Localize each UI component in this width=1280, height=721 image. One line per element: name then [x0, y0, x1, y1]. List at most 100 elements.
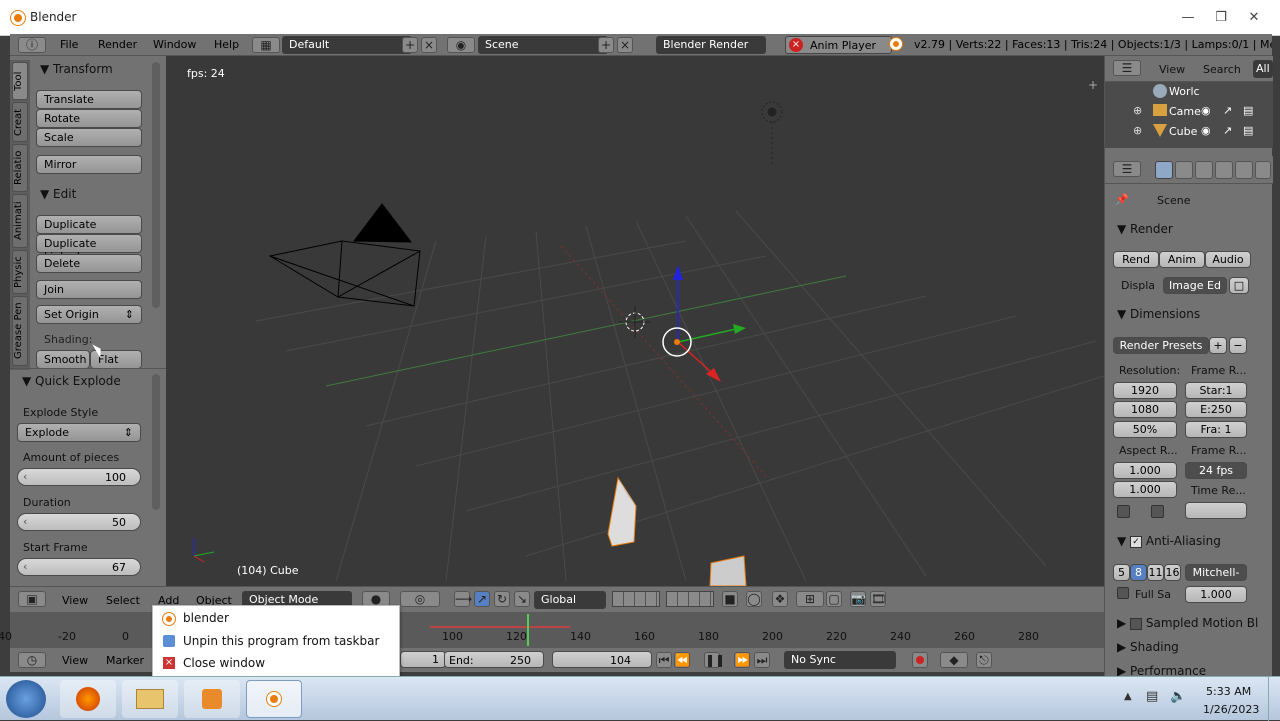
properties-editor-icon[interactable]: ☰: [1113, 161, 1141, 177]
manipulator-toggle-icon[interactable]: ⟶: [454, 591, 472, 607]
menu-render[interactable]: Render: [98, 38, 137, 51]
world-tab-icon[interactable]: [1215, 161, 1233, 179]
constraints-tab-icon[interactable]: [1255, 161, 1271, 179]
render-viewport-icon[interactable]: 📷: [850, 591, 866, 607]
render-layers-tab-icon[interactable]: [1175, 161, 1193, 179]
snap-element-icon[interactable]: ⊞: [796, 591, 824, 607]
anim-player-button[interactable]: × Anim Player: [785, 36, 892, 54]
render-tab-icon[interactable]: [1155, 161, 1173, 179]
aa-samples-8[interactable]: 8: [1130, 564, 1147, 581]
menu-help[interactable]: Help: [214, 38, 239, 51]
jump-keyframe-forward-icon[interactable]: ⏩: [734, 652, 750, 668]
transform-panel-header[interactable]: ▼ Transform: [40, 62, 113, 76]
keying-set-icon[interactable]: ◆: [940, 652, 968, 668]
display-dropdown[interactable]: Image Ed: [1163, 277, 1227, 294]
aspect-x-field[interactable]: 1.000: [1113, 462, 1177, 479]
timeline-editor-icon[interactable]: ◷: [18, 652, 46, 668]
frame-start-field[interactable]: Star:1: [1185, 382, 1247, 399]
render-presets-dropdown[interactable]: Render Presets: [1113, 337, 1209, 354]
screen-layout-icon[interactable]: ▦: [252, 37, 280, 53]
close-window-button[interactable]: ✕: [1242, 9, 1266, 27]
taskbar-firefox[interactable]: [60, 680, 116, 718]
start-frame-field[interactable]: 1: [400, 651, 446, 668]
pause-icon[interactable]: ❚❚: [704, 652, 725, 668]
3d-viewport[interactable]: fps: 24 (104) Cube +: [166, 56, 1104, 586]
explode-style-dropdown[interactable]: Explode ⇕: [17, 423, 141, 442]
object-tab-icon[interactable]: [1235, 161, 1253, 179]
quick-explode-scrollbar[interactable]: [152, 374, 160, 510]
aspect-y-field[interactable]: 1.000: [1113, 481, 1177, 498]
clock-date[interactable]: 1/26/2023: [1203, 703, 1259, 716]
remove-preset-button[interactable]: −: [1229, 337, 1247, 354]
remove-scene-button[interactable]: ×: [617, 37, 633, 53]
add-layout-button[interactable]: +: [402, 37, 418, 53]
maximize-button[interactable]: ❐: [1209, 9, 1233, 27]
scale-manipulator-icon[interactable]: ↘: [514, 591, 530, 607]
duplicate-button[interactable]: Duplicate: [36, 215, 142, 234]
layer-lock-icon[interactable]: ■: [722, 591, 738, 607]
frame-rate-dropdown[interactable]: 24 fps: [1185, 462, 1247, 479]
info-editor-type-icon[interactable]: ⓘ: [18, 37, 46, 53]
visibility-eye-icon[interactable]: ◉: [1201, 124, 1211, 137]
add-scene-button[interactable]: +: [598, 37, 614, 53]
taskbar-media-player[interactable]: [184, 680, 240, 718]
network-icon[interactable]: ▤: [1146, 689, 1158, 704]
pivot-point-icon[interactable]: ◎: [400, 591, 440, 607]
timeline-view-menu[interactable]: View: [62, 654, 88, 667]
render-camera-icon[interactable]: ▤: [1243, 104, 1253, 117]
shading-panel-header[interactable]: ▶ Shading: [1117, 640, 1179, 654]
delete-button[interactable]: Delete: [36, 254, 142, 273]
border-checkbox[interactable]: [1117, 505, 1130, 518]
taskbar-blender[interactable]: [246, 680, 302, 718]
duplicate-linked-button[interactable]: Duplicate Linked: [36, 234, 142, 263]
scene-icon[interactable]: ◉: [447, 37, 475, 53]
smooth-shading-button[interactable]: Smooth: [36, 350, 90, 369]
render-audio-button[interactable]: Audio: [1205, 251, 1251, 268]
jump-keyframe-back-icon[interactable]: ⏪: [674, 652, 690, 668]
render-still-button[interactable]: Rend: [1113, 251, 1159, 268]
tab-grease-pencil[interactable]: Grease Pen: [12, 296, 28, 366]
frame-step-field[interactable]: Fra: 1: [1185, 421, 1247, 438]
jump-list-blender[interactable]: blender: [183, 611, 229, 625]
transform-manipulator[interactable]: [662, 265, 746, 382]
scene-field[interactable]: Scene: [478, 36, 608, 54]
mirror-button[interactable]: Mirror: [36, 155, 142, 174]
add-preset-button[interactable]: +: [1209, 337, 1227, 354]
outliner-view-menu[interactable]: View: [1159, 63, 1185, 76]
visibility-eye-icon[interactable]: ◉: [1201, 104, 1211, 117]
pin-icon[interactable]: 📌: [1115, 193, 1129, 206]
render-engine-dropdown[interactable]: Blender Render: [656, 36, 766, 54]
remove-layout-button[interactable]: ×: [421, 37, 437, 53]
translate-manipulator-icon[interactable]: ↗: [474, 591, 490, 607]
outliner-item-cube[interactable]: Cube: [1169, 125, 1197, 138]
frame-end-field[interactable]: E:250: [1185, 401, 1247, 418]
edit-panel-header[interactable]: ▼ Edit: [40, 187, 76, 201]
join-button[interactable]: Join: [36, 280, 142, 299]
render-panel-header[interactable]: ▼ Render: [1117, 222, 1173, 236]
screen-layout-field[interactable]: Default: [282, 36, 412, 54]
start-frame-slider[interactable]: ‹ 67: [17, 558, 141, 576]
select-cursor-icon[interactable]: ↗: [1223, 124, 1232, 137]
snap-target-icon[interactable]: ▢: [826, 591, 842, 607]
motion-blur-checkbox[interactable]: [1130, 617, 1143, 630]
show-desktop-button[interactable]: [1268, 677, 1280, 721]
aa-samples-5[interactable]: 5: [1113, 564, 1130, 581]
set-origin-dropdown[interactable]: Set Origin ⇕: [36, 305, 142, 324]
outliner-item-world[interactable]: Worlc: [1169, 85, 1200, 98]
rotate-manipulator-icon[interactable]: ↻: [494, 591, 510, 607]
outliner-filter-dropdown[interactable]: All: [1253, 60, 1273, 78]
minimize-button[interactable]: —: [1176, 9, 1200, 27]
full-sample-checkbox[interactable]: [1117, 587, 1129, 599]
snap-toggle-icon[interactable]: ❖: [772, 591, 788, 607]
volume-icon[interactable]: 🔈: [1170, 689, 1186, 704]
show-hidden-icons[interactable]: ▲: [1124, 691, 1132, 702]
3d-view-editor-icon[interactable]: ▣: [18, 591, 46, 607]
tab-tool[interactable]: Tool: [12, 62, 28, 100]
motion-blur-panel-header[interactable]: ▶ Sampled Motion Bl: [1117, 616, 1258, 630]
tab-create[interactable]: Creat: [12, 102, 28, 142]
outliner-editor-icon[interactable]: ☰: [1113, 60, 1141, 76]
anti-aliasing-panel-header[interactable]: ▼ ✓ Anti-Aliasing: [1117, 534, 1221, 548]
aa-filter-dropdown[interactable]: Mitchell-: [1185, 564, 1247, 581]
anti-aliasing-checkbox[interactable]: ✓: [1130, 535, 1143, 548]
layer-buttons-group-2[interactable]: [666, 591, 714, 607]
